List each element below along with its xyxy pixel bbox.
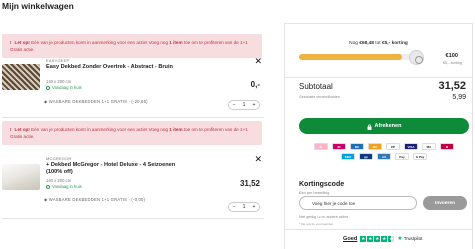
check-icon [46, 85, 50, 90]
free-bold: €5,- korting [381, 41, 408, 46]
subtotal-value: 31,52 [438, 80, 466, 92]
divider [285, 77, 472, 78]
coupon-note: Niet geldig i.c.m. andere acties [299, 215, 349, 219]
decrease-button[interactable]: − [233, 204, 236, 210]
product-brand: MCGREGOR [46, 156, 72, 161]
remove-item-button[interactable]: ✕ [254, 56, 262, 67]
stock-status: Vandaag in huis [46, 184, 82, 189]
rating-stars: ★ ★ ★ ★ ★ [360, 235, 395, 242]
payment-icon-bancontact: BC [350, 143, 364, 150]
trustpilot-label: Trustpilot [403, 236, 423, 241]
payment-icon-klarna: K. [314, 143, 328, 150]
quantity-value: 1 [242, 102, 246, 108]
checkout-button[interactable]: Afrekenen [299, 118, 469, 134]
terms-link[interactable]: * Zie ook de voorwaarden [299, 222, 333, 226]
promo-tag: ◆ WASBARE DEKBEDDEN 1+1 GRATIS · (-20,85… [44, 99, 148, 104]
divider [2, 218, 264, 219]
promo-tag-label: WASBARE DEKBEDDEN 1+1 GRATIS · (-0,00) [48, 197, 146, 202]
product-name[interactable]: Easy Dekbed Zonder Overtrek - Abstract -… [46, 64, 186, 71]
subtotal-label: Subtotaal [299, 82, 333, 91]
discount-progress-bar [299, 54, 422, 60]
check-icon [46, 184, 50, 189]
divider [2, 117, 264, 118]
apply-coupon-button[interactable]: Invoeren [423, 196, 467, 210]
star-icon: ★ [397, 236, 403, 242]
coupon-input[interactable]: Voeg hier je code toe [299, 196, 417, 210]
payment-icon-maestro: MA [422, 143, 436, 150]
product-brand: EASYGEEP [46, 58, 70, 63]
payment-icon-paypal: PP [386, 143, 400, 150]
payment-icon-google-pay: G Pay [413, 153, 427, 160]
product-image[interactable] [2, 64, 40, 90]
page-title: Mijn winkelwagen [2, 1, 74, 11]
increase-button[interactable]: + [253, 102, 256, 108]
stock-label: Vandaag in huis [52, 85, 82, 90]
product-size: 140 x 200 cm [46, 178, 72, 183]
order-summary-panel: Nog €68,48 tot €5,- korting €100 €5,- ko… [284, 23, 473, 249]
payment-icon-mastercard: MC [368, 143, 382, 150]
shipping-value: 5,99 [452, 94, 466, 101]
promo-alert: ! Let op! Eén van je producten komt in aa… [2, 121, 262, 145]
trustpilot-rating[interactable]: Goed ★ ★ ★ ★ ★ ★ Trustpilot [343, 235, 422, 242]
payment-icon-american-express: AX [377, 153, 391, 160]
promo-tag-label: WASBARE DEKBEDDEN 1+1 GRATIS · (-20,85) [48, 99, 148, 104]
star-icon: ★ [388, 235, 395, 242]
quantity-value: 1 [242, 204, 246, 210]
progress-fill [299, 54, 403, 60]
coupon-title: Kortingscode [299, 181, 345, 188]
alert-icon: ! [10, 40, 12, 45]
alert-highlight: 1 item [169, 40, 183, 45]
goal-amount: €100 [445, 53, 458, 59]
tag-icon [409, 50, 424, 65]
alert-prefix: Let op! [14, 127, 30, 132]
divider [285, 229, 472, 230]
quantity-stepper[interactable]: − 1 + [228, 202, 260, 212]
alert-text: Eén van je producten komt in aanmerking … [29, 127, 170, 132]
payment-icon-apple-pay: Pay [395, 153, 409, 160]
remove-item-button[interactable]: ✕ [254, 154, 262, 165]
star-icon: ★ [381, 235, 388, 242]
alert-highlight: 1 item [169, 127, 183, 132]
free-middle: tot [373, 41, 382, 46]
alert-prefix: Let op! [14, 40, 30, 45]
star-icon: ★ [360, 235, 367, 242]
payment-icon-visa: VISA [404, 143, 418, 150]
item-price: 31,52 [239, 179, 260, 188]
payment-icon-ideal: iD [332, 143, 346, 150]
alert-icon: ! [10, 127, 12, 132]
cart-item: EASYGEEP Easy Dekbed Zonder Overtrek - A… [2, 56, 264, 112]
item-price: 0,- [250, 80, 260, 89]
quantity-stepper[interactable]: − 1 + [228, 100, 260, 110]
trustpilot-logo: ★ Trustpilot [397, 235, 422, 242]
stock-label: Vandaag in huis [52, 184, 82, 189]
product-name[interactable]: + Dekbed McGregor - Hotel Deluxe - 4 Sei… [46, 162, 186, 176]
star-icon: ★ [374, 235, 381, 242]
payment-methods: K. iD BC MC PP VISA MA B KBC gp AX Pay G Pay [309, 143, 459, 160]
promo-tag: ◆ WASBARE DEKBEDDEN 1+1 GRATIS · (-0,00) [44, 197, 146, 202]
free-prefix: Nog [349, 41, 360, 46]
cart-item: MCGREGOR + Dekbed McGregor - Hotel Delux… [2, 154, 264, 212]
alert-text: Eén van je producten komt in aanmerking … [29, 40, 170, 45]
goal-label: €5,- korting [443, 61, 462, 65]
product-size: 140 x 200 cm [46, 79, 72, 84]
shipping-label: Geschatte verzendkosten [299, 95, 340, 99]
star-icon: ★ [367, 235, 374, 242]
decrease-button[interactable]: − [233, 102, 236, 108]
increase-button[interactable]: + [253, 204, 256, 210]
free-amount: €68,48 [359, 41, 374, 46]
product-image[interactable] [2, 164, 40, 190]
coupon-subtitle: Een per bestelling [299, 191, 330, 195]
promo-alert: ! Let op! Eén van je producten komt in aa… [2, 34, 262, 58]
checkout-label: Afrekenen [374, 123, 402, 129]
payment-icon-belfius: B [440, 143, 454, 150]
stock-status: Vandaag in huis [46, 85, 82, 90]
rating-label: Goed [343, 235, 358, 242]
discount-progress-message: Nog €68,48 tot €5,- korting [285, 41, 472, 46]
lock-icon [367, 123, 372, 130]
payment-icon-kbc: KBC [341, 153, 355, 160]
payment-icon-giropay: gp [359, 153, 373, 160]
